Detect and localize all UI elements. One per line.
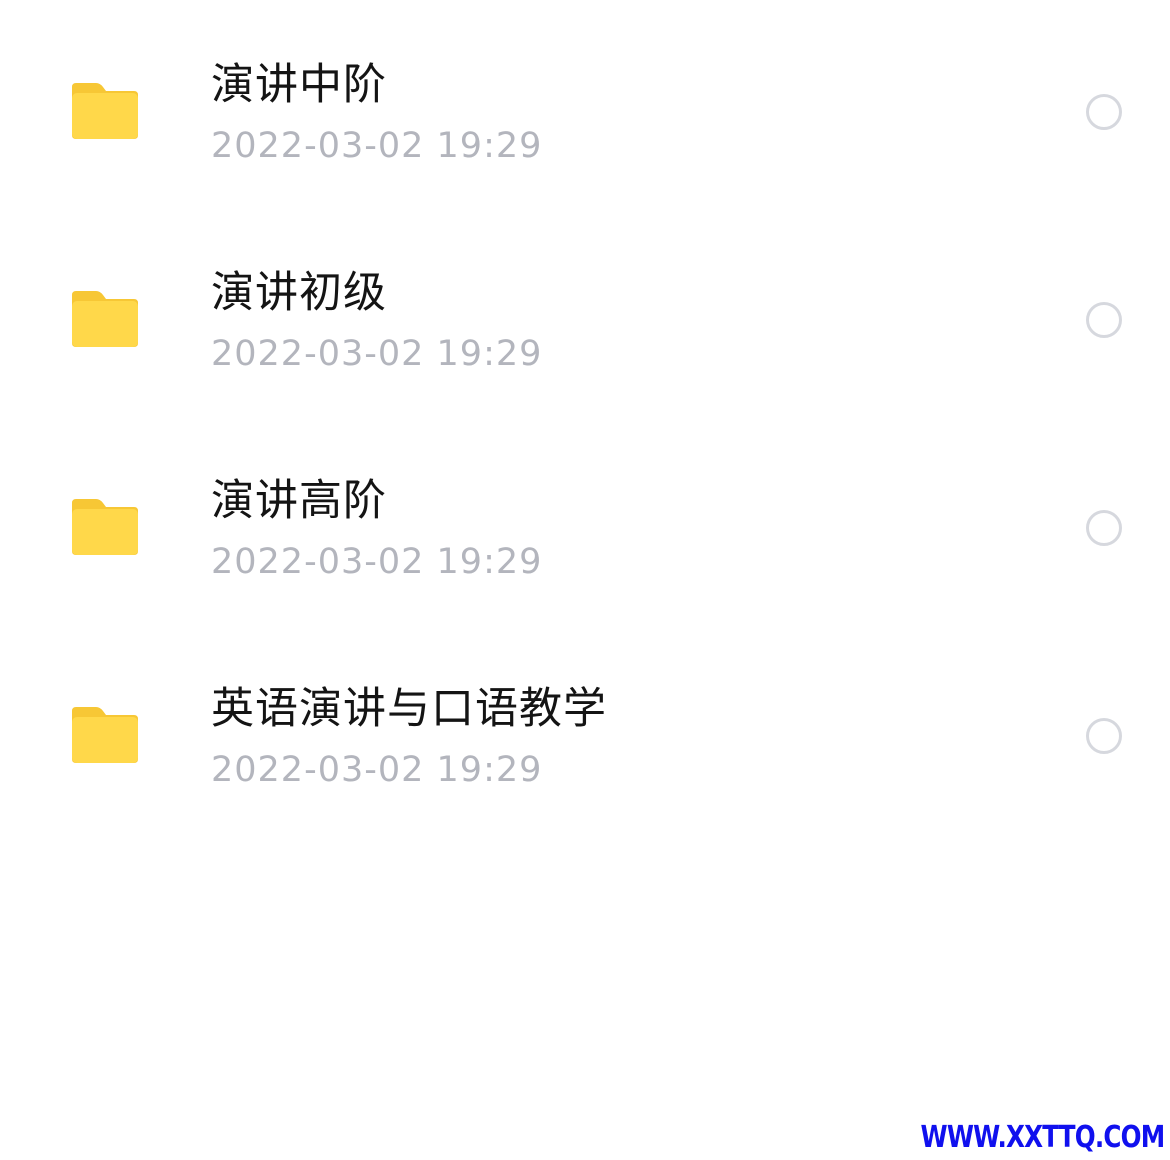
folder-icon xyxy=(72,499,138,555)
file-row-2[interactable]: 演讲高阶 2022-03-02 19:29 xyxy=(0,426,1170,634)
file-name: 英语演讲与口语教学 xyxy=(211,684,607,734)
select-radio[interactable] xyxy=(1086,94,1122,130)
file-name: 演讲初级 xyxy=(211,268,387,318)
file-name: 演讲高阶 xyxy=(211,476,387,526)
select-radio[interactable] xyxy=(1086,718,1122,754)
file-name: 演讲中阶 xyxy=(211,60,387,110)
select-radio[interactable] xyxy=(1086,302,1122,338)
folder-icon xyxy=(72,291,138,347)
file-date: 2022-03-02 19:29 xyxy=(211,750,543,790)
folder-icon xyxy=(72,707,138,763)
file-row-0[interactable]: 演讲中阶 2022-03-02 19:29 xyxy=(0,10,1170,218)
watermark: WWW.XXTTQ.COM xyxy=(920,1120,1165,1155)
file-date: 2022-03-02 19:29 xyxy=(211,334,543,374)
file-row-1[interactable]: 演讲初级 2022-03-02 19:29 xyxy=(0,218,1170,426)
select-radio[interactable] xyxy=(1086,510,1122,546)
folder-icon xyxy=(72,83,138,139)
file-date: 2022-03-02 19:29 xyxy=(211,542,543,582)
file-row-3[interactable]: 英语演讲与口语教学 2022-03-02 19:29 xyxy=(0,634,1170,842)
file-date: 2022-03-02 19:29 xyxy=(211,126,543,166)
